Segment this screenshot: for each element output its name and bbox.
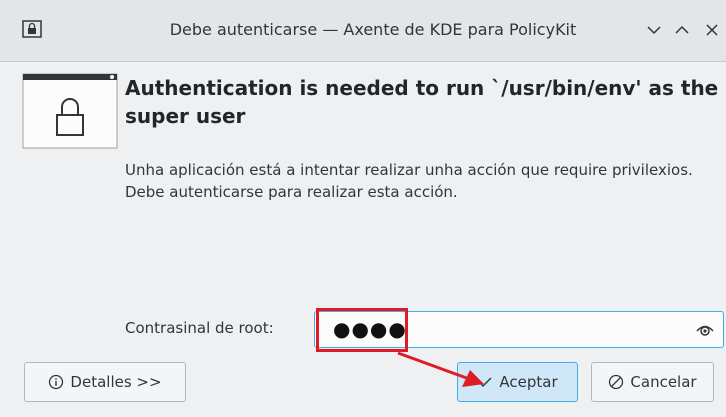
accept-button[interactable]: Aceptar <box>457 362 578 402</box>
accept-label: Aceptar <box>499 373 558 391</box>
window-title: Debe autenticarse — Axente de KDE para P… <box>169 20 577 39</box>
annotation-arrow <box>397 351 484 387</box>
details-label: Detalles >> <box>70 373 162 391</box>
cancel-label: Cancelar <box>630 373 697 391</box>
dialog-description: Unha aplicación está a intentar realizar… <box>125 161 693 201</box>
cancel-button[interactable]: Cancelar <box>591 362 714 402</box>
checkmark-icon <box>478 377 492 387</box>
lock-icon <box>22 73 118 149</box>
annotation-box <box>316 308 408 352</box>
password-label: Contrasinal de root: <box>125 319 274 337</box>
title-bar: Debe autenticarse — Axente de KDE para P… <box>0 0 726 62</box>
minimize-icon <box>647 26 661 35</box>
dialog-heading: Authentication is needed to run `/usr/bi… <box>125 76 719 128</box>
maximize-icon <box>675 25 689 34</box>
eye-icon[interactable] <box>695 321 715 339</box>
maximize-button[interactable] <box>670 18 694 42</box>
cancel-icon <box>609 374 624 390</box>
close-icon <box>706 24 718 36</box>
details-button[interactable]: Detalles >> <box>24 362 186 402</box>
info-icon <box>49 374 64 390</box>
close-button[interactable] <box>700 18 724 42</box>
minimize-button[interactable] <box>642 18 666 42</box>
